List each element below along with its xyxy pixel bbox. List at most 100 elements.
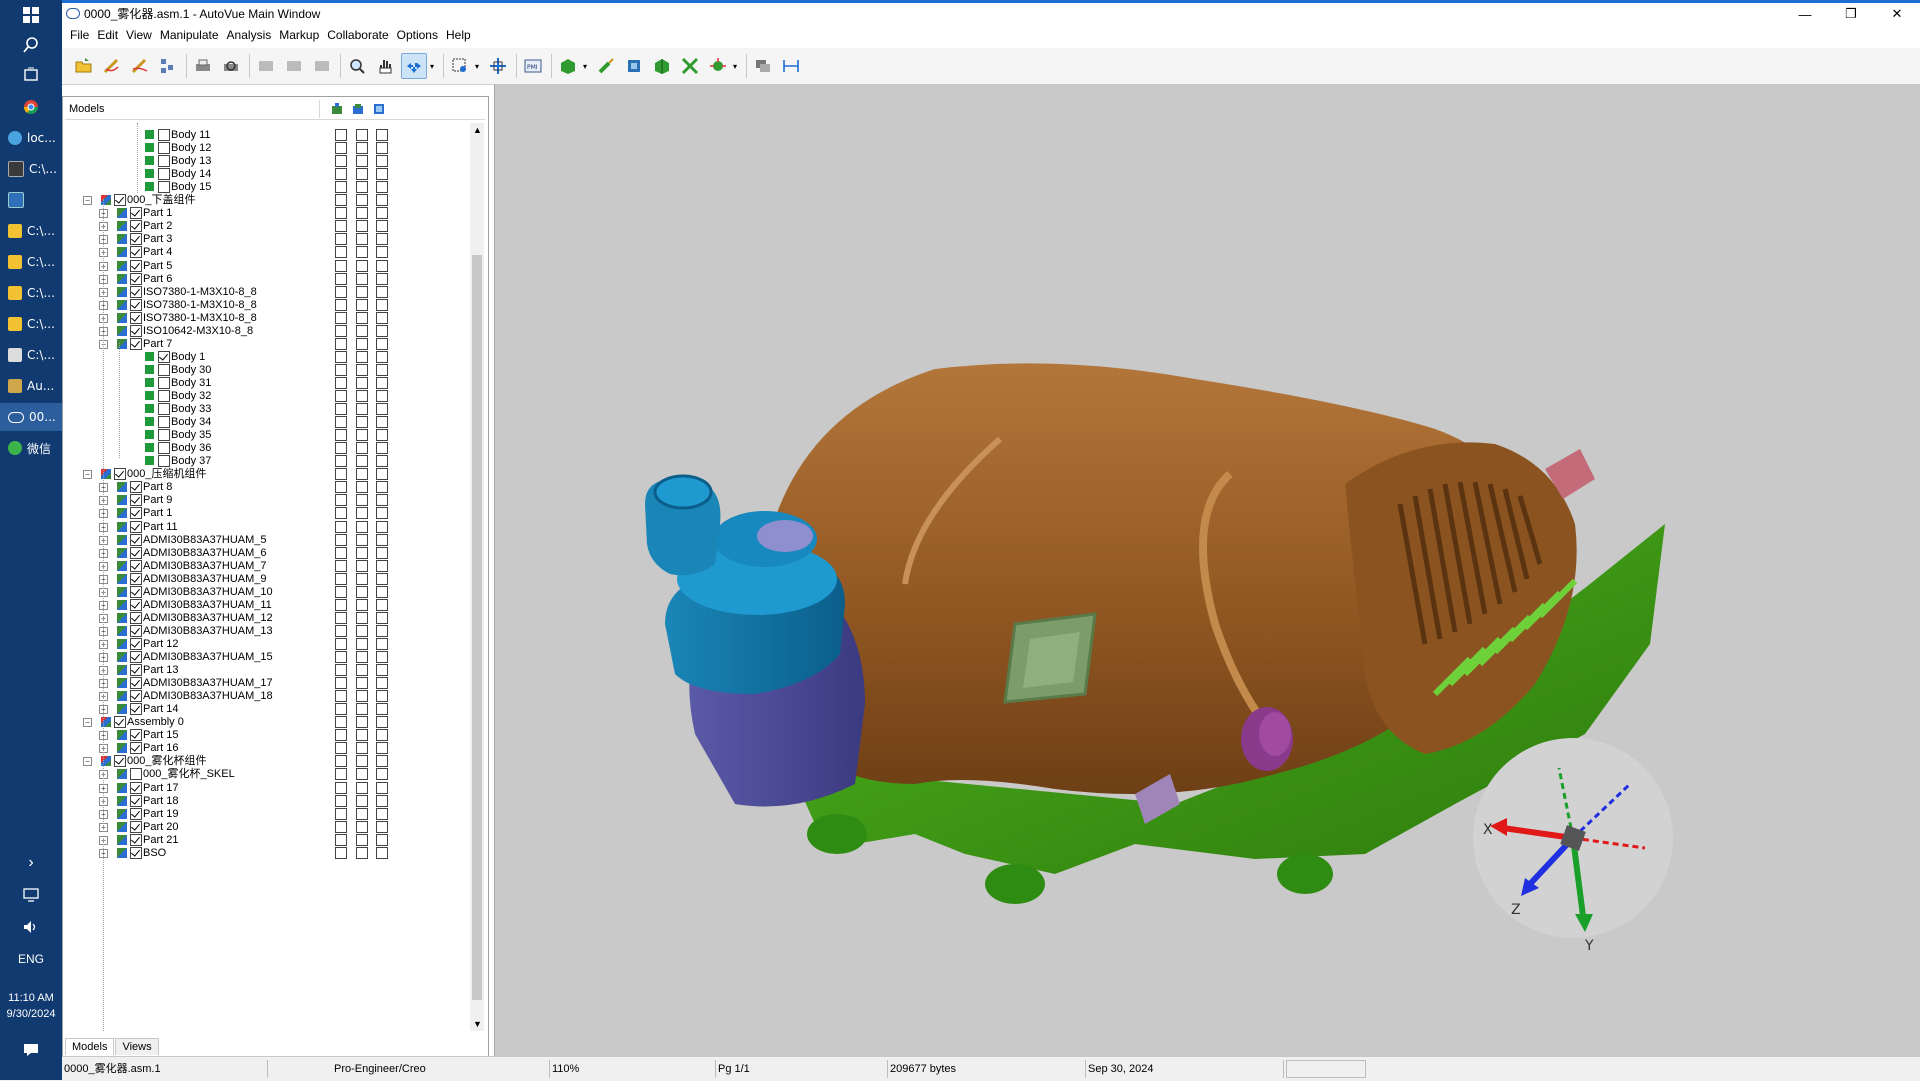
transparency-column-checkbox[interactable] — [356, 846, 368, 859]
taskbar-app-2[interactable] — [0, 186, 62, 214]
taskbar-app-3[interactable]: C:\... — [0, 217, 62, 245]
transparency-column-checkbox[interactable] — [356, 468, 368, 481]
menu-view[interactable]: View — [126, 28, 152, 42]
transparency-column-checkbox[interactable] — [356, 350, 368, 363]
visibility-column-checkbox[interactable] — [335, 624, 347, 637]
transparency-column-checkbox[interactable] — [356, 781, 368, 794]
pmi-icon[interactable]: PMI — [521, 54, 545, 78]
wireframe-column-checkbox[interactable] — [376, 664, 388, 677]
page-prev-icon[interactable] — [282, 54, 306, 78]
visibility-column-checkbox[interactable] — [335, 233, 347, 246]
wireframe-column-checkbox[interactable] — [376, 807, 388, 820]
visibility-column-checkbox[interactable] — [335, 194, 347, 207]
chevron-right-icon[interactable]: › — [0, 848, 62, 878]
transparency-column-checkbox[interactable] — [356, 324, 368, 337]
visibility-column-checkbox[interactable] — [335, 807, 347, 820]
wireframe-column-checkbox[interactable] — [376, 520, 388, 533]
taskbar-app-8[interactable]: Au... — [0, 372, 62, 400]
transparency-column-checkbox[interactable] — [356, 755, 368, 768]
wireframe-column-checkbox[interactable] — [376, 755, 388, 768]
visibility-column-checkbox[interactable] — [335, 481, 347, 494]
wireframe-column-checkbox[interactable] — [376, 259, 388, 272]
select-dropdown-icon[interactable]: ▾ — [472, 54, 482, 78]
wireframe-column-checkbox[interactable] — [376, 546, 388, 559]
wireframe-column-checkbox[interactable] — [376, 572, 388, 585]
visibility-column-checkbox[interactable] — [335, 403, 347, 416]
visibility-column-checkbox[interactable] — [335, 220, 347, 233]
taskbar-app-7[interactable]: C:\... — [0, 341, 62, 369]
visibility-column-checkbox[interactable] — [335, 142, 347, 155]
visibility-column-icon[interactable] — [331, 103, 343, 115]
collapse-icon[interactable]: − — [83, 757, 92, 767]
wireframe-column-checkbox[interactable] — [376, 494, 388, 507]
menu-help[interactable]: Help — [446, 28, 471, 42]
collapse-icon[interactable]: − — [83, 718, 92, 728]
collapse-icon[interactable]: − — [83, 470, 92, 480]
wireframe-column-checkbox[interactable] — [376, 168, 388, 181]
explode-icon[interactable] — [650, 54, 674, 78]
wireframe-column-icon[interactable] — [373, 103, 385, 115]
transparency-column-icon[interactable] — [352, 103, 364, 115]
visibility-column-checkbox[interactable] — [335, 455, 347, 468]
transparency-column-checkbox[interactable] — [356, 546, 368, 559]
wireframe-column-checkbox[interactable] — [376, 690, 388, 703]
taskbar-app-0[interactable]: loc... — [0, 124, 62, 152]
menu-collaborate[interactable]: Collaborate — [327, 28, 388, 42]
move-dropdown-icon[interactable]: ▾ — [730, 54, 740, 78]
page-first-icon[interactable] — [254, 54, 278, 78]
scroll-down-icon[interactable]: ▼ — [473, 1019, 482, 1029]
visibility-column-checkbox[interactable] — [335, 207, 347, 220]
wireframe-column-checkbox[interactable] — [376, 703, 388, 716]
visibility-column-checkbox[interactable] — [335, 350, 347, 363]
menu-options[interactable]: Options — [397, 28, 438, 42]
wireframe-column-checkbox[interactable] — [376, 833, 388, 846]
taskbar-app-9[interactable]: 00... — [0, 403, 62, 431]
wireframe-column-checkbox[interactable] — [376, 455, 388, 468]
visibility-column-checkbox[interactable] — [335, 820, 347, 833]
transparency-column-checkbox[interactable] — [356, 572, 368, 585]
wireframe-column-checkbox[interactable] — [376, 246, 388, 259]
tab-models[interactable]: Models — [65, 1038, 115, 1055]
taskbar-app-6[interactable]: C:\... — [0, 310, 62, 338]
visibility-column-checkbox[interactable] — [335, 285, 347, 298]
wireframe-column-checkbox[interactable] — [376, 390, 388, 402]
select-box-icon[interactable] — [448, 54, 472, 78]
section-view-icon[interactable] — [622, 54, 646, 78]
visibility-column-checkbox[interactable] — [335, 677, 347, 690]
visibility-column-checkbox[interactable] — [335, 155, 347, 168]
transparency-column-checkbox[interactable] — [356, 416, 368, 429]
tab-views[interactable]: Views — [115, 1038, 159, 1055]
transparency-column-checkbox[interactable] — [356, 181, 368, 194]
wireframe-column-checkbox[interactable] — [376, 481, 388, 494]
visibility-column-checkbox[interactable] — [335, 507, 347, 520]
visibility-column-checkbox[interactable] — [335, 664, 347, 677]
taskbar-app-4[interactable]: C:\... — [0, 248, 62, 276]
wireframe-column-checkbox[interactable] — [376, 207, 388, 220]
visibility-column-checkbox[interactable] — [335, 585, 347, 598]
visibility-column-checkbox[interactable] — [335, 298, 347, 311]
transparency-column-checkbox[interactable] — [356, 429, 368, 442]
wireframe-column-checkbox[interactable] — [376, 337, 388, 350]
tree-part-row[interactable]: + BSO — [65, 845, 335, 861]
visibility-column-checkbox[interactable] — [335, 272, 347, 285]
visibility-column-checkbox[interactable] — [335, 390, 347, 402]
visibility-column-checkbox[interactable] — [335, 611, 347, 624]
visibility-column-checkbox[interactable] — [335, 246, 347, 259]
menu-markup[interactable]: Markup — [279, 28, 319, 42]
3d-viewport[interactable]: X Y Z — [494, 84, 1920, 1056]
wireframe-column-checkbox[interactable] — [376, 220, 388, 233]
visibility-column-checkbox[interactable] — [335, 442, 347, 455]
transparency-column-checkbox[interactable] — [356, 168, 368, 181]
visibility-column-checkbox[interactable] — [335, 129, 347, 141]
visibility-column-checkbox[interactable] — [335, 494, 347, 507]
visibility-column-checkbox[interactable] — [335, 181, 347, 194]
transparency-column-checkbox[interactable] — [356, 376, 368, 389]
minimize-button[interactable]: — — [1782, 3, 1828, 25]
visibility-column-checkbox[interactable] — [335, 690, 347, 703]
visibility-column-checkbox[interactable] — [335, 781, 347, 794]
pan-hand-icon[interactable] — [373, 54, 397, 78]
wireframe-column-checkbox[interactable] — [376, 651, 388, 663]
transparency-column-checkbox[interactable] — [356, 298, 368, 311]
visibility-column-checkbox[interactable] — [335, 429, 347, 442]
transparency-column-checkbox[interactable] — [356, 637, 368, 650]
